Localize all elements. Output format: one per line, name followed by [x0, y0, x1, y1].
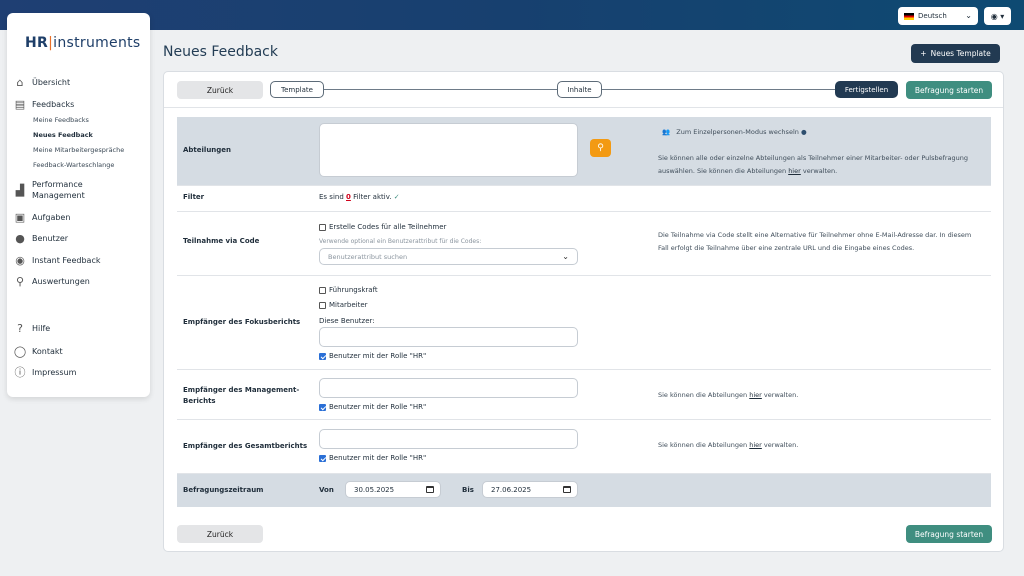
chevron-down-icon: ⌄ — [965, 11, 972, 20]
overall-hr-checkbox[interactable]: Benutzer mit der Rolle "HR" — [319, 454, 426, 462]
code-optional-hint: Verwende optional ein Benutzerattribut f… — [319, 238, 482, 245]
chat-icon: ◉ — [15, 253, 25, 267]
sidebar-item-uebersicht[interactable]: ⌂ Übersicht — [14, 75, 71, 89]
survey-period-row — [177, 474, 991, 507]
switch-mode-link[interactable]: 👥 Zum Einzelpersonen-Modus wechseln ● — [662, 128, 807, 136]
focus-report-label: Empfänger des Fokusberichts — [183, 318, 301, 326]
checkbox-checked-icon — [319, 403, 326, 411]
checkbox-icon — [319, 301, 326, 309]
calendar-icon — [563, 486, 571, 493]
checkbox-checked-icon — [319, 454, 326, 462]
sidebar: HR|instruments — [7, 13, 150, 397]
end-date-input[interactable]: 27.06.2025 — [482, 481, 578, 498]
focus-users-input[interactable] — [319, 327, 578, 347]
step-inhalte[interactable]: Inhalte — [557, 81, 602, 98]
page-title: Neues Feedback — [163, 44, 278, 60]
management-manage-link[interactable]: hier — [749, 391, 762, 399]
calendar-icon — [426, 486, 434, 493]
check-icon: ✓ — [393, 193, 400, 201]
language-select[interactable]: Deutsch ⌄ — [898, 7, 978, 25]
step-fertigstellen[interactable]: Fertigstellen — [835, 81, 898, 98]
departments-label: Abteilungen — [183, 146, 232, 154]
chevron-down-icon: ⌄ — [562, 252, 569, 261]
filter-status: Es sind 0 Filter aktiv. ✓ — [319, 193, 400, 201]
sidebar-item-benutzer[interactable]: ● Benutzer — [14, 231, 68, 245]
sidebar-subitem-neues-feedback[interactable]: Neues Feedback — [33, 131, 93, 139]
info-icon: ⓘ — [14, 366, 26, 379]
departments-manage-link[interactable]: hier — [788, 167, 801, 175]
filter-row — [177, 186, 991, 212]
clipboard-icon: ▤ — [14, 97, 26, 111]
overall-report-label: Empfänger des Gesamtberichts — [183, 442, 308, 450]
user-attribute-select[interactable]: Benutzerattribut suchen ⌄ — [319, 248, 578, 265]
departments-input[interactable] — [319, 123, 578, 177]
to-label: Bis — [462, 486, 474, 494]
start-survey-button-top[interactable]: Befragung starten — [906, 81, 992, 99]
sidebar-item-instant-feedback[interactable]: ◉ Instant Feedback — [14, 253, 100, 267]
user-menu-button[interactable]: ◉ ▾ — [984, 7, 1011, 25]
new-template-button[interactable]: + Neues Template — [911, 44, 1000, 63]
sidebar-item-kontakt[interactable]: ◯ Kontakt — [13, 344, 63, 358]
divider — [164, 107, 1003, 108]
management-hint: Sie können die Abteilungen hier verwalte… — [658, 391, 799, 399]
user-icon: ● — [15, 231, 25, 245]
checkbox-icon — [319, 223, 326, 231]
start-date-input[interactable]: 30.05.2025 — [345, 481, 441, 498]
plus-icon: + — [920, 49, 927, 58]
top-bar: Deutsch ⌄ ◉ ▾ — [0, 0, 1024, 30]
sidebar-item-aufgaben[interactable]: ▣ Aufgaben — [14, 210, 71, 224]
sidebar-subitem-mitarbeitergespraeche[interactable]: Meine Mitarbeitergespräche — [33, 146, 124, 154]
management-hr-checkbox[interactable]: Benutzer mit der Rolle "HR" — [319, 403, 426, 411]
checkbox-icon — [319, 286, 326, 294]
code-label: Teilnahme via Code — [183, 237, 260, 245]
start-survey-button-bottom[interactable]: Befragung starten — [906, 525, 992, 543]
search-icon: ⚲ — [597, 143, 604, 153]
chart-icon: ▟ — [15, 183, 25, 197]
departments-search-button[interactable]: ⚲ — [590, 139, 611, 157]
info-icon: ● — [800, 128, 807, 136]
overall-manage-link[interactable]: hier — [749, 441, 762, 449]
sidebar-subitem-meine-feedbacks[interactable]: Meine Feedbacks — [33, 116, 89, 124]
users-icon: 👥 — [662, 128, 671, 136]
from-label: Von — [319, 486, 334, 494]
language-label: Deutsch — [918, 12, 947, 20]
focus-hr-checkbox[interactable]: Benutzer mit der Rolle "HR" — [319, 352, 426, 360]
create-codes-checkbox[interactable]: Erstelle Codes für alle Teilnehmer — [319, 223, 446, 231]
sidebar-item-feedbacks[interactable]: ▤ Feedbacks — [14, 97, 74, 111]
focus-employee-checkbox[interactable]: Mitarbeiter — [319, 301, 368, 309]
overall-hint: Sie können die Abteilungen hier verwalte… — [658, 441, 799, 449]
management-users-input[interactable] — [319, 378, 578, 398]
survey-period-label: Befragungszeitraum — [183, 486, 264, 494]
tasks-icon: ▣ — [14, 210, 26, 224]
back-button-bottom[interactable]: Zurück — [177, 525, 263, 543]
step-template[interactable]: Template — [270, 81, 324, 98]
code-hint: Die Teilnahme via Code stellt eine Alter… — [658, 231, 972, 252]
checkbox-checked-icon — [319, 352, 326, 360]
sidebar-subitem-warteschlange[interactable]: Feedback-Warteschlange — [33, 161, 114, 169]
analytics-icon: ⚲ — [15, 274, 25, 288]
hrinstruments-logo[interactable]: HR|instruments — [25, 35, 141, 51]
german-flag-icon — [904, 12, 914, 20]
filter-label: Filter — [183, 193, 205, 201]
home-icon: ⌂ — [16, 75, 24, 89]
focus-leader-checkbox[interactable]: Führungskraft — [319, 286, 378, 294]
overall-users-input[interactable] — [319, 429, 578, 449]
back-button-top[interactable]: Zurück — [177, 81, 263, 99]
help-icon: ? — [17, 321, 23, 335]
sidebar-item-auswertungen[interactable]: ⚲ Auswertungen — [14, 274, 90, 288]
sidebar-item-performance[interactable]: ▟ Performance Management — [14, 179, 85, 201]
filter-count-link[interactable]: 0 — [346, 193, 351, 201]
sidebar-item-hilfe[interactable]: ? Hilfe — [14, 321, 50, 335]
management-report-label: Empfänger des Management- Berichts — [183, 386, 300, 405]
user-circle-icon: ◉ ▾ — [990, 11, 1005, 21]
departments-hint: Sie können alle oder einzelne Abteilunge… — [658, 154, 969, 175]
speech-bubble-icon: ◯ — [13, 344, 27, 358]
focus-these-users-label: Diese Benutzer: — [319, 317, 375, 325]
sidebar-item-impressum[interactable]: ⓘ Impressum — [14, 366, 77, 379]
